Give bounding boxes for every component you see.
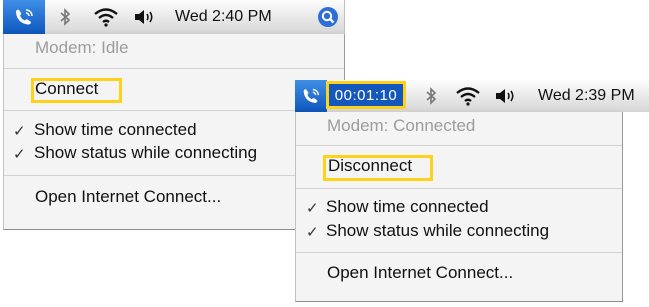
show-status-item[interactable]: ✓ Show status while connecting xyxy=(4,142,344,164)
modem-status-item: Modem: Connected xyxy=(296,114,622,138)
modem-menu: Modem: Connected Disconnect ✓ Show time … xyxy=(295,112,623,302)
show-status-label: Show status while connecting xyxy=(326,221,550,240)
open-internet-connect-label: Open Internet Connect... xyxy=(35,187,222,206)
menu-bar: 00:01:10 Wed 2:39 PM xyxy=(295,80,649,113)
show-time-connected-label: Show time connected xyxy=(34,120,197,139)
menu-separator xyxy=(4,110,344,111)
open-internet-connect-item[interactable]: Open Internet Connect... xyxy=(4,185,344,209)
phone-icon xyxy=(16,9,33,25)
show-status-label: Show status while connecting xyxy=(34,143,258,162)
menu-separator xyxy=(296,145,622,146)
menu-separator xyxy=(296,252,622,253)
modem-menu-extra[interactable] xyxy=(3,0,45,34)
clock[interactable]: Wed 2:40 PM xyxy=(175,0,272,34)
phone-icon xyxy=(303,88,320,103)
disconnect-callout-box xyxy=(323,155,433,181)
open-internet-connect-label: Open Internet Connect... xyxy=(327,263,514,282)
menubar-edge xyxy=(344,0,345,33)
wifi-icon[interactable] xyxy=(91,0,121,34)
volume-icon[interactable] xyxy=(132,0,156,34)
bluetooth-icon[interactable] xyxy=(421,80,441,112)
menu-separator xyxy=(4,68,344,69)
connection-timer[interactable]: 00:01:10 xyxy=(326,81,406,109)
modem-menu-extra[interactable] xyxy=(295,80,327,112)
checkmark-icon: ✓ xyxy=(13,146,26,163)
checkmark-icon: ✓ xyxy=(306,224,319,241)
connect-callout-box xyxy=(31,78,122,103)
checkmark-icon: ✓ xyxy=(306,200,319,217)
menu-separator xyxy=(296,188,622,189)
screenshot-connected: 00:01:10 Wed 2:39 PM Modem: Connected Di… xyxy=(295,80,649,302)
show-time-connected-label: Show time connected xyxy=(326,197,489,216)
modem-status-label: Modem: Connected xyxy=(327,116,476,135)
screenshot-before-connect: Wed 2:40 PM Modem: Idle Connect ✓ Show t… xyxy=(3,0,345,230)
menu-bar: Wed 2:40 PM xyxy=(3,0,345,35)
show-time-connected-item[interactable]: ✓ Show time connected xyxy=(296,196,622,218)
menu-separator xyxy=(4,175,344,176)
show-status-item[interactable]: ✓ Show status while connecting xyxy=(296,220,622,242)
volume-icon[interactable] xyxy=(493,80,517,112)
modem-status-item: Modem: Idle xyxy=(4,36,344,60)
show-time-connected-item[interactable]: ✓ Show time connected xyxy=(4,119,344,141)
open-internet-connect-item[interactable]: Open Internet Connect... xyxy=(296,261,622,285)
checkmark-icon: ✓ xyxy=(13,123,26,140)
background-gap xyxy=(623,112,649,302)
bluetooth-icon[interactable] xyxy=(55,0,75,34)
modem-menu: Modem: Idle Connect ✓ Show time connecte… xyxy=(3,34,345,230)
wifi-icon[interactable] xyxy=(453,80,483,112)
clock[interactable]: Wed 2:39 PM xyxy=(538,80,635,112)
spotlight-icon[interactable] xyxy=(315,0,341,34)
modem-status-label: Modem: Idle xyxy=(35,38,129,57)
